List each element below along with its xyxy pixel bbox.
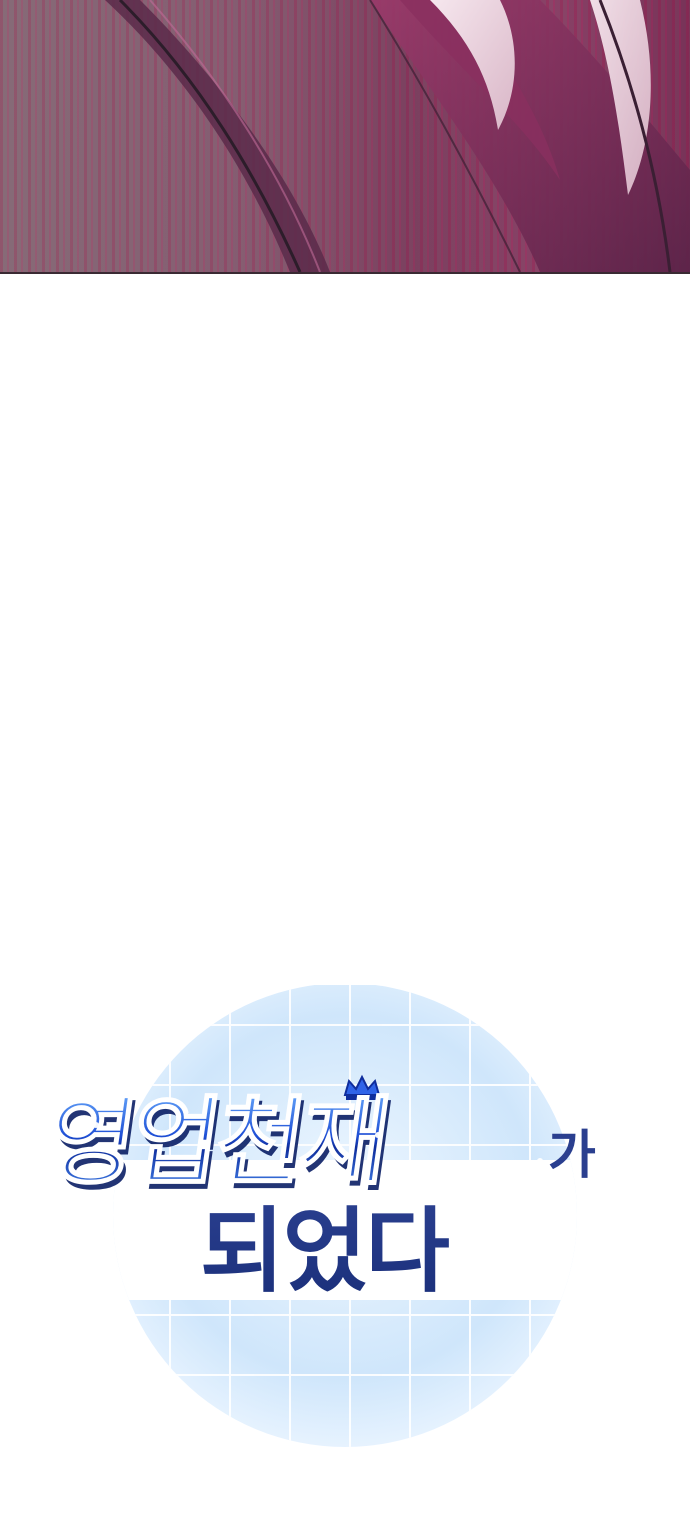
title-badge: 영업천재 영업천재 가 되었다 — [39, 985, 596, 1447]
title-line1-main-face: 영업천재 — [40, 1085, 393, 1197]
series-title-logo: 영업천재 영업천재 가 되었다 — [0, 985, 690, 1455]
comic-panel-top — [0, 0, 690, 274]
panel-artwork — [105, 0, 690, 272]
title-line1-suffix: 가 — [548, 1126, 596, 1186]
title-line2: 되었다 — [200, 1198, 449, 1305]
